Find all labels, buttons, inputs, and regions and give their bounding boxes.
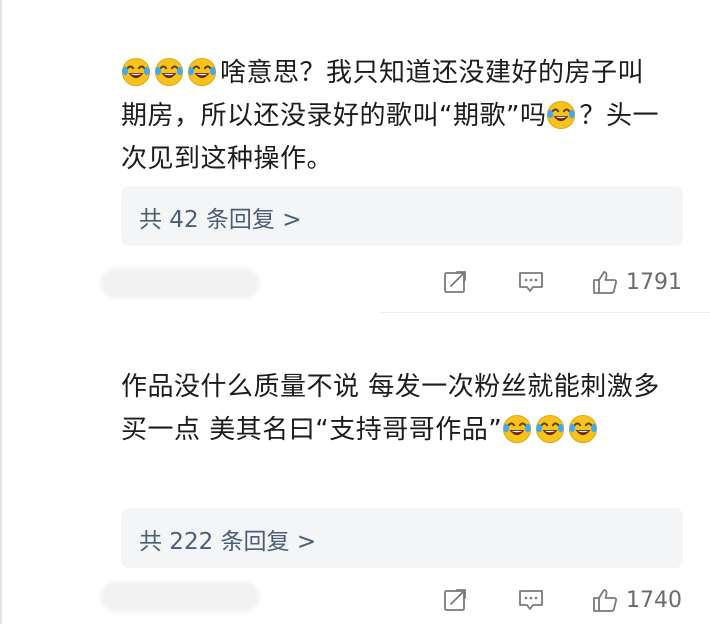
blurred-meta: [100, 268, 260, 298]
thumbs-up-icon[interactable]: [592, 269, 618, 295]
laugh-cry-emoji: [568, 414, 598, 444]
share-icon[interactable]: [442, 269, 468, 295]
view-replies-link[interactable]: 共 222 条回复 >: [139, 522, 316, 556]
comment-actions: 1791: [442, 266, 682, 298]
like-count: 1740: [626, 587, 682, 613]
laugh-cry-emoji: [535, 414, 565, 444]
laugh-cry-emoji: [187, 57, 217, 87]
comment-text: 作品没什么质量不说 每发一次粉丝就能刺激多买一点 美其名曰“支持哥哥作品”: [121, 366, 666, 452]
replies-box[interactable]: 共 222 条回复 >: [121, 508, 683, 568]
comment-card: 啥意思？我只知道还没建好的房子叫期房，所以还没录好的歌叫“期歌”吗 ？头一次见到这…: [0, 0, 710, 312]
laugh-cry-emoji: [121, 57, 151, 87]
blurred-meta: [100, 582, 260, 612]
replies-box[interactable]: 共 42 条回复 >: [121, 186, 683, 246]
laugh-cry-emoji: [546, 100, 576, 130]
comment-actions: 1740: [442, 584, 682, 616]
view-replies-link[interactable]: 共 42 条回复 >: [139, 200, 301, 234]
comment-icon[interactable]: [518, 587, 544, 613]
like-count: 1791: [626, 269, 682, 295]
share-icon[interactable]: [442, 587, 468, 613]
divider: [380, 312, 710, 313]
laugh-cry-emoji: [502, 414, 532, 444]
thumbs-up-icon[interactable]: [592, 587, 618, 613]
comment-text: 啥意思？我只知道还没建好的房子叫期房，所以还没录好的歌叫“期歌”吗 ？头一次见到这…: [121, 52, 666, 181]
comment-icon[interactable]: [518, 269, 544, 295]
comment-card: 作品没什么质量不说 每发一次粉丝就能刺激多买一点 美其名曰“支持哥哥作品” 共 …: [0, 312, 710, 624]
laugh-cry-emoji: [154, 57, 184, 87]
